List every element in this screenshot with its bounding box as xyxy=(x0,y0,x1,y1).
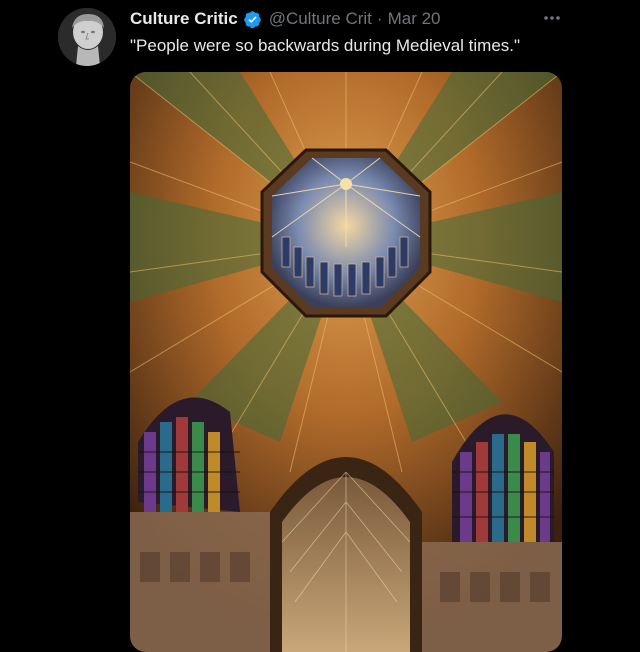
tweet-text: "People were so backwards during Medieva… xyxy=(130,36,521,55)
author-display-name[interactable]: Culture Critic xyxy=(130,9,238,29)
tweet-date[interactable]: Mar 20 xyxy=(388,9,441,29)
tweet-media[interactable] xyxy=(130,72,562,652)
statue-head-avatar-icon xyxy=(58,8,116,66)
more-dots-icon xyxy=(544,16,560,20)
author-handle[interactable]: @Culture Crit xyxy=(269,9,372,29)
tweet[interactable]: Culture Critic @Culture Crit · Mar 20 "P… xyxy=(0,0,640,652)
verified-badge-icon xyxy=(243,10,261,28)
header-separator: · xyxy=(376,9,383,28)
author-avatar[interactable] xyxy=(58,8,116,66)
cathedral-ceiling-photo-icon xyxy=(130,72,562,652)
tweet-header: Culture Critic @Culture Crit · Mar 20 xyxy=(130,8,441,30)
more-options-button[interactable] xyxy=(540,8,564,28)
